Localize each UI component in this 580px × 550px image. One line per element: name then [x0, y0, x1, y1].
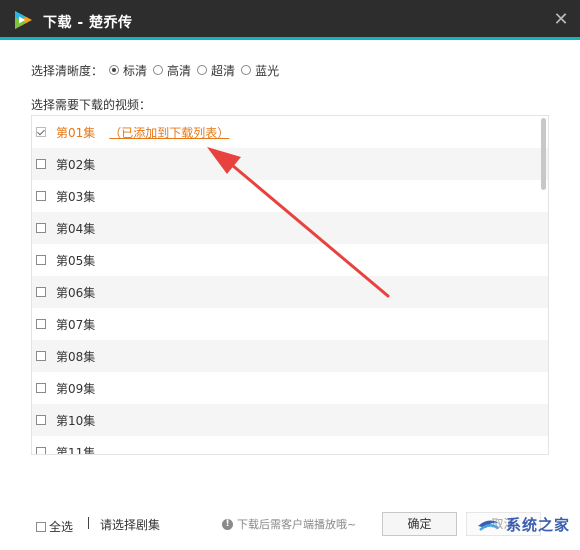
ok-button[interactable]: 确定 [382, 512, 457, 536]
checkbox-icon[interactable] [36, 351, 46, 361]
watermark: 系统之家 [458, 506, 576, 542]
scrollbar-thumb[interactable] [541, 118, 546, 190]
choose-episodes-link[interactable]: 请选择剧集 [100, 516, 160, 533]
episode-label: 第03集 [56, 189, 96, 204]
checkbox-icon[interactable] [36, 191, 46, 201]
radio-icon [153, 65, 164, 75]
episode-row[interactable]: 第02集 [32, 148, 548, 180]
radio-icon [241, 65, 252, 75]
episode-label: 第02集 [56, 157, 96, 172]
episode-label: 第01集 [56, 125, 96, 140]
divider [88, 517, 89, 529]
quality-option-high[interactable]: 高清 [153, 62, 191, 79]
checkbox-icon[interactable] [36, 415, 46, 425]
info-icon: ! [222, 518, 233, 530]
episodes-section-label: 选择需要下载的视频： [31, 98, 152, 112]
quality-option-standard[interactable]: 标清 [109, 62, 147, 79]
episode-row[interactable]: 第08集 [32, 340, 548, 372]
episode-row[interactable]: 第01集 （已添加到下载列表） [32, 116, 548, 148]
episode-row[interactable]: 第04集 [32, 212, 548, 244]
episode-label: 第11集 [56, 445, 96, 455]
checkbox-icon[interactable] [36, 319, 46, 329]
select-all-label: 全选 [49, 520, 74, 534]
episode-list: 第01集 （已添加到下载列表） 第02集 第03集 第04集 第05集 第06集… [31, 115, 549, 455]
added-to-download-link[interactable]: （已添加到下载列表） [109, 124, 229, 141]
checkbox-checked-icon[interactable] [36, 127, 46, 137]
checkbox-icon[interactable] [36, 521, 46, 532]
checkbox-icon[interactable] [36, 447, 46, 454]
hint-text: 下载后需客户端播放哦~ [237, 518, 357, 531]
episode-label: 第07集 [56, 317, 96, 332]
checkbox-icon[interactable] [36, 223, 46, 233]
radio-icon [197, 65, 208, 75]
episode-row[interactable]: 第06集 [32, 276, 548, 308]
episode-label: 第04集 [56, 221, 96, 236]
episode-label: 第06集 [56, 285, 96, 300]
episode-label: 第08集 [56, 349, 96, 364]
episode-label: 第05集 [56, 253, 96, 268]
watermark-text: 系统之家 [505, 515, 570, 534]
episode-label: 第10集 [56, 413, 96, 428]
episode-label: 第09集 [56, 381, 96, 396]
quality-label: 选择清晰度： [31, 63, 104, 78]
episode-row[interactable]: 第10集 [32, 404, 548, 436]
episode-row[interactable]: 第09集 [32, 372, 548, 404]
tencent-video-logo-icon [15, 11, 32, 29]
checkbox-icon[interactable] [36, 159, 46, 169]
quality-option-super[interactable]: 超清 [197, 62, 235, 79]
client-playback-hint: ! 下载后需客户端播放哦~ [222, 516, 356, 532]
watermark-logo-icon [477, 520, 500, 531]
checkbox-icon[interactable] [36, 287, 46, 297]
episode-row[interactable]: 第03集 [32, 180, 548, 212]
checkbox-icon[interactable] [36, 383, 46, 393]
title-accent-line [0, 37, 580, 40]
scrollbar-track[interactable] [540, 116, 548, 454]
window-title: 下载 - 楚乔传 [43, 15, 133, 31]
episode-row[interactable]: 第05集 [32, 244, 548, 276]
close-icon[interactable]: ✕ [550, 9, 572, 31]
quality-selector: 选择清晰度： 标清 高清 超清 蓝光 [31, 62, 279, 78]
select-all-checkbox[interactable]: 全选 [36, 518, 73, 535]
episode-row[interactable]: 第07集 [32, 308, 548, 340]
checkbox-icon[interactable] [36, 255, 46, 265]
radio-checked-icon [109, 65, 120, 75]
quality-option-bluray[interactable]: 蓝光 [241, 62, 279, 79]
episode-row[interactable]: 第11集 [32, 436, 548, 455]
title-bar: 下载 - 楚乔传 ✕ [0, 0, 580, 40]
